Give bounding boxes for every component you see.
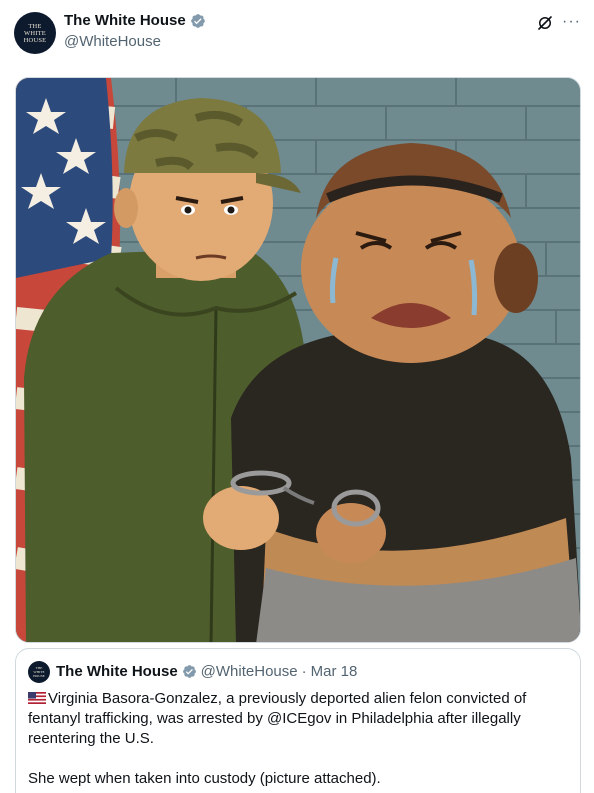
quoted-post[interactable]: THE WHITE HOUSE The White House @WhiteHous… xyxy=(15,648,581,793)
author-avatar[interactable]: THE WHITE HOUSE xyxy=(14,12,56,54)
us-flag-icon xyxy=(28,692,46,704)
quoted-post-meta: The White House @WhiteHouse · Mar 18 xyxy=(56,663,357,680)
quoted-avatar-logo-text: THE WHITE HOUSE xyxy=(33,666,45,678)
quoted-author-handle[interactable]: @WhiteHouse xyxy=(201,663,298,680)
post-header: THE WHITE HOUSE The White House @WhiteHous… xyxy=(14,10,580,58)
quoted-author-name[interactable]: The White House xyxy=(56,663,178,680)
verified-badge-icon xyxy=(182,665,196,678)
verified-badge-icon xyxy=(190,13,205,28)
author-handle[interactable]: @WhiteHouse xyxy=(64,33,161,50)
quoted-post-date[interactable]: Mar 18 xyxy=(311,663,358,680)
meta-separator: · xyxy=(301,663,307,680)
avatar-logo-text: THE WHITE HOUSE xyxy=(23,22,47,44)
quoted-post-paragraph-2: She wept when taken into custody (pictur… xyxy=(28,770,381,787)
quoted-post-text-line: Virginia Basora-Gonzalez, a previously d… xyxy=(28,690,527,747)
post-image[interactable] xyxy=(15,77,581,643)
quoted-author-avatar[interactable]: THE WHITE HOUSE xyxy=(28,661,50,683)
quoted-post-paragraph-1: Virginia Basora-Gonzalez, a previously d… xyxy=(28,689,568,749)
author-name[interactable]: The White House xyxy=(64,12,186,29)
author-name-row: The White House xyxy=(64,12,206,29)
grok-icon[interactable] xyxy=(536,14,554,32)
more-icon[interactable]: ··· xyxy=(562,13,581,31)
quoted-post-text: Virginia Basora-Gonzalez, a previously d… xyxy=(28,689,568,789)
illustration xyxy=(16,78,580,642)
